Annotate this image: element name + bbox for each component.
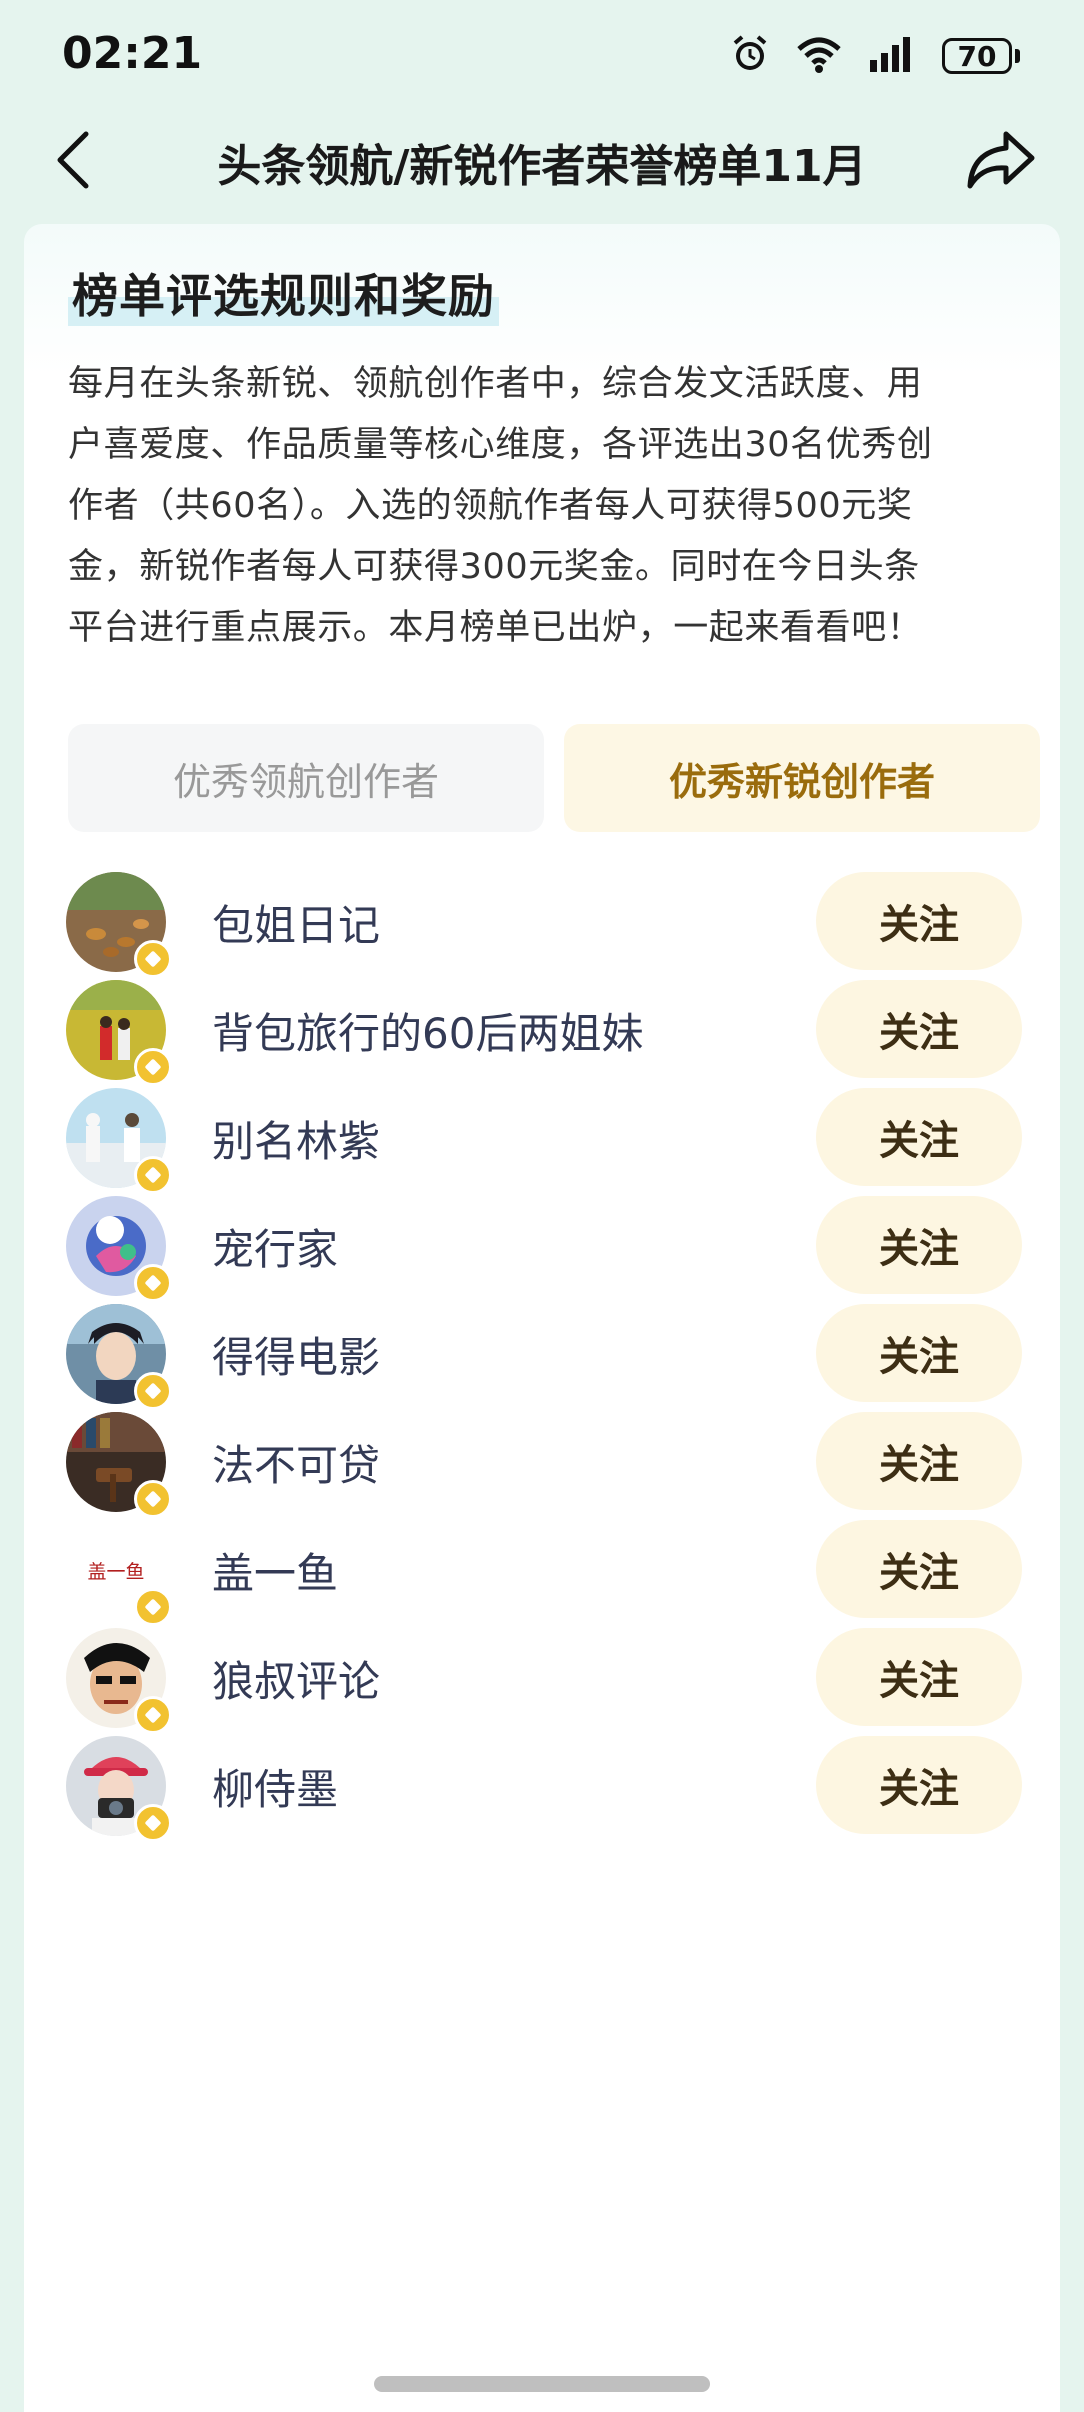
rules-line: 金，新锐作者每人可获得300元奖金。同时在今日头条	[68, 547, 920, 587]
status-time: 02:21	[62, 28, 203, 79]
page-title: 头条领航/新锐作者荣誉榜单11月	[217, 141, 867, 192]
rules-description: 每月在头条新锐、领航创作者中，综合发文活跃度、用 户喜爱度、作品质量等核心维度，…	[68, 354, 1028, 659]
author-name[interactable]: 背包旅行的60后两姐妹	[212, 1000, 643, 1061]
author-avatar[interactable]: 盖一鱼	[66, 1520, 172, 1626]
author-avatar[interactable]	[66, 980, 172, 1086]
rules-line: 户喜爱度、作品质量等核心维度，各评选出30名优秀创	[68, 425, 933, 465]
verified-badge-icon	[134, 1048, 172, 1086]
rules-title: 榜单评选规则和奖励	[68, 260, 499, 326]
author-row[interactable]: 柳侍墨 关注	[24, 1732, 1060, 1842]
verified-badge-icon	[134, 1156, 172, 1194]
tab-pilot-creators[interactable]: 优秀领航创作者	[68, 724, 544, 832]
rules-line: 平台进行重点展示。本月榜单已出炉，一起来看看吧！	[68, 608, 923, 648]
follow-button[interactable]: 关注	[816, 1412, 1022, 1510]
category-tabs: 优秀领航创作者 优秀新锐创作者	[68, 724, 1040, 832]
author-avatar[interactable]	[66, 872, 172, 978]
author-row[interactable]: 法不可贷 关注	[24, 1408, 1060, 1518]
author-avatar[interactable]	[66, 1196, 172, 1302]
author-avatar[interactable]	[66, 1628, 172, 1734]
home-indicator[interactable]	[374, 2376, 710, 2392]
status-bar: 02:21 70	[0, 0, 1084, 112]
rules-line: 作者（共60名）。入选的领航作者每人可获得500元奖	[68, 486, 913, 526]
signal-icon	[868, 36, 916, 76]
author-avatar[interactable]	[66, 1304, 172, 1410]
chevron-left-icon	[57, 131, 89, 189]
verified-badge-icon	[134, 940, 172, 978]
verified-badge-icon	[134, 1804, 172, 1842]
follow-button[interactable]: 关注	[816, 1088, 1022, 1186]
author-name[interactable]: 得得电影	[212, 1324, 380, 1385]
author-row[interactable]: 盖一鱼 盖一鱼 关注	[24, 1516, 1060, 1626]
battery-level: 70	[942, 38, 1012, 74]
wifi-icon	[796, 35, 842, 77]
avatar-text: 盖一鱼	[87, 1560, 145, 1583]
status-icons: 70	[730, 32, 1020, 80]
author-row[interactable]: 狼叔评论 关注	[24, 1624, 1060, 1734]
author-name[interactable]: 别名林紫	[212, 1108, 380, 1169]
alarm-icon	[730, 34, 770, 78]
verified-badge-icon	[134, 1480, 172, 1518]
author-name[interactable]: 包姐日记	[212, 892, 380, 953]
author-row[interactable]: 得得电影 关注	[24, 1300, 1060, 1410]
author-row[interactable]: 别名林紫 关注	[24, 1084, 1060, 1194]
tab-rising-creators[interactable]: 优秀新锐创作者	[564, 724, 1040, 832]
follow-button[interactable]: 关注	[816, 1520, 1022, 1618]
author-name[interactable]: 盖一鱼	[212, 1540, 338, 1601]
author-name[interactable]: 宠行家	[212, 1216, 338, 1277]
author-row[interactable]: 背包旅行的60后两姐妹 关注	[24, 976, 1060, 1086]
nav-bar: 头条领航/新锐作者荣誉榜单11月	[0, 112, 1084, 208]
follow-button[interactable]: 关注	[816, 872, 1022, 970]
follow-button[interactable]: 关注	[816, 1304, 1022, 1402]
follow-button[interactable]: 关注	[816, 1196, 1022, 1294]
battery-icon: 70	[942, 38, 1020, 74]
author-avatar[interactable]	[66, 1412, 172, 1518]
follow-button[interactable]: 关注	[816, 1736, 1022, 1834]
verified-badge-icon	[134, 1372, 172, 1410]
author-avatar[interactable]	[66, 1088, 172, 1194]
author-name[interactable]: 法不可贷	[212, 1432, 380, 1493]
author-row[interactable]: 宠行家 关注	[24, 1192, 1060, 1302]
honor-list-card: 榜单评选规则和奖励 每月在头条新锐、领航创作者中，综合发文活跃度、用 户喜爱度、…	[24, 224, 1060, 2412]
share-icon	[967, 131, 1035, 189]
author-name[interactable]: 柳侍墨	[212, 1756, 338, 1817]
author-avatar[interactable]	[66, 1736, 172, 1842]
author-name[interactable]: 狼叔评论	[212, 1648, 380, 1709]
verified-badge-icon	[134, 1264, 172, 1302]
rules-line: 每月在头条新锐、领航创作者中，综合发文活跃度、用	[68, 364, 923, 404]
verified-badge-icon	[134, 1696, 172, 1734]
verified-badge-icon	[134, 1588, 172, 1626]
follow-button[interactable]: 关注	[816, 980, 1022, 1078]
back-button[interactable]	[44, 126, 108, 194]
follow-button[interactable]: 关注	[816, 1628, 1022, 1726]
share-button[interactable]	[962, 124, 1040, 196]
author-row[interactable]: 包姐日记 关注	[24, 868, 1060, 978]
